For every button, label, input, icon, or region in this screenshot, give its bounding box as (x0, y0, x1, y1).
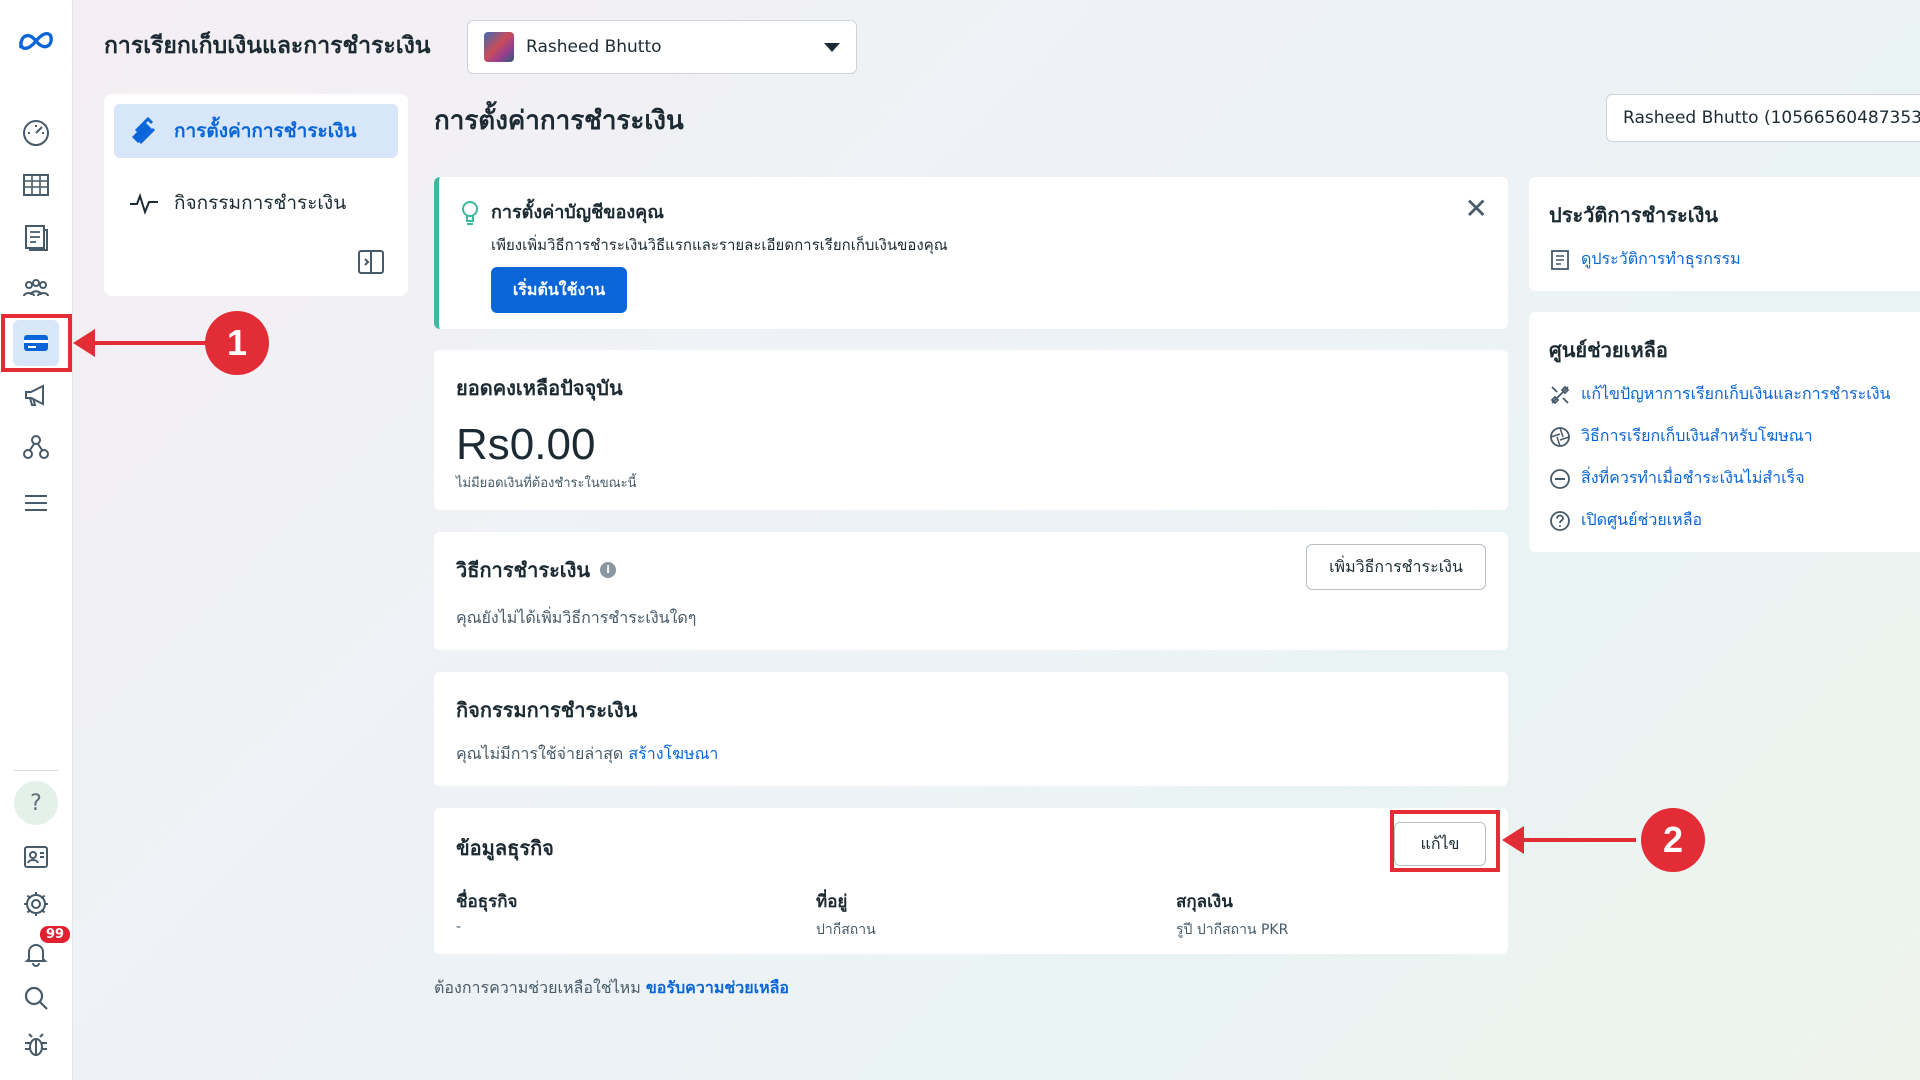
currency-value: รูปี ปากีสถาน PKR (1176, 922, 1289, 938)
sidenav-item-label: กิจกรรมการชำระเงิน (174, 192, 347, 214)
dashboard-icon[interactable] (13, 109, 59, 155)
main-title: การตั้งค่าการชำระเงิน (434, 106, 684, 136)
help-link-label: วิธีการเรียกเก็บเงินสำหรับโฆษณา (1581, 426, 1813, 445)
notification-badge: 99 (38, 924, 73, 945)
payment-methods-card: วิธีการชำระเงิน i คุณยังไม่ได้เพิ่มวิธีก… (434, 532, 1508, 650)
callout-2: 2 (1641, 808, 1705, 872)
contacts-icon[interactable] (13, 834, 59, 880)
help-link-label: สิ่งที่ควรทำเมื่อชำระเงินไม่สำเร็จ (1581, 468, 1805, 487)
setup-description: เพียงเพิ่มวิธีการชำระเงินวิธีแรกและรายละ… (491, 236, 948, 254)
help-link-open-center[interactable]: เปิดศูนย์ช่วยเหลือ (1549, 508, 1702, 533)
payment-methods-empty: คุณยังไม่ได้เพิ่มวิธีการชำระเงินใดๆ (456, 608, 697, 627)
chevron-down-icon (824, 42, 840, 52)
account-selector[interactable]: Rasheed Bhutto (467, 20, 857, 74)
add-payment-method-button[interactable]: เพิ่มวิธีการชำระเงิน (1306, 544, 1486, 590)
settings-icon[interactable] (13, 881, 59, 927)
balance-amount: Rs0.00 (456, 420, 596, 469)
balance-title: ยอดคงเหลือปัจจุบัน (456, 376, 623, 400)
notifications-icon[interactable]: 99 (13, 924, 73, 976)
arrow-line-2 (1520, 838, 1636, 842)
info-icon[interactable]: i (600, 562, 617, 578)
help-link-billing-ads[interactable]: วิธีการเรียกเก็บเงินสำหรับโฆษณา (1549, 424, 1813, 449)
address-value: ปากีสถาน (816, 922, 876, 938)
meta-logo-icon[interactable] (13, 18, 59, 64)
menu-icon[interactable] (13, 480, 59, 526)
activity-text: คุณไม่มีการใช้จ่ายล่าสุด (456, 744, 624, 763)
account-selector-label: Rasheed Bhutto (526, 37, 662, 57)
activity-title: กิจกรรมการชำระเงิน (456, 698, 638, 722)
sidenav-item-payment-activity[interactable]: กิจกรรมการชำระเงิน (114, 176, 398, 230)
help-link-payment-failed[interactable]: สิ่งที่ควรทำเมื่อชำระเงินไม่สำเร็จ (1549, 466, 1805, 491)
highlight-box-billing (1, 314, 72, 372)
rail-divider (14, 770, 58, 771)
help-center-card: ศูนย์ช่วยเหลือ แก้ไขปัญหาการเรียกเก็บเงิ… (1529, 312, 1920, 552)
pages-icon[interactable] (13, 214, 59, 260)
currency-col: สกุลเงิน รูปี ปากีสถาน PKR (1176, 888, 1288, 941)
search-icon[interactable] (13, 975, 59, 1021)
question-circle-icon (1550, 510, 1570, 531)
business-name-value: - (456, 919, 462, 935)
left-rail: ? 99 (0, 0, 73, 1080)
help-center-title: ศูนย์ช่วยเหลือ (1549, 338, 1668, 362)
table-icon[interactable] (13, 162, 59, 208)
page-heading: การเรียกเก็บเงินและการชำระเงิน (104, 33, 431, 59)
close-icon[interactable]: ✕ (1465, 195, 1488, 223)
ad-account-id[interactable]: Rasheed Bhutto (1056656048735391) (1606, 94, 1920, 142)
collapse-panel-icon[interactable] (358, 250, 384, 274)
address-label: ที่อยู่ (816, 892, 848, 912)
account-avatar (484, 32, 514, 62)
sidenav-item-label: การตั้งค่าการชำระเงิน (174, 120, 357, 142)
business-name-label: ชื่อธุรกิจ (456, 892, 518, 912)
view-transactions-link[interactable]: ดูประวัติการทำธุรกรรม (1549, 247, 1741, 272)
payment-history-card: ประวัติการชำระเงิน ดูประวัติการทำธุรกรรม (1529, 177, 1920, 291)
account-setup-card: การตั้งค่าบัญชีของคุณ เพียงเพิ่มวิธีการช… (434, 177, 1508, 329)
currency-label: สกุลเงิน (1176, 892, 1233, 912)
tools-icon (1550, 385, 1570, 404)
history-title: ประวัติการชำระเงิน (1549, 203, 1719, 227)
lightbulb-icon (462, 201, 478, 225)
connections-icon[interactable] (13, 424, 59, 470)
footer-help-text: ต้องการความช่วยเหลือใช่ไหม (434, 978, 641, 997)
payment-activity-card: กิจกรรมการชำระเงิน คุณไม่มีการใช้จ่ายล่า… (434, 672, 1508, 786)
debug-icon[interactable] (13, 1022, 59, 1068)
business-name-col: ชื่อธุรกิจ - (456, 888, 518, 935)
campaign-icon[interactable] (13, 372, 59, 418)
current-balance-card: ยอดคงเหลือปัจจุบัน Rs0.00 ไม่มียอดเงินที… (434, 350, 1508, 510)
aperture-icon (1550, 426, 1570, 447)
highlight-box-edit (1390, 810, 1500, 872)
help-link-label: เปิดศูนย์ช่วยเหลือ (1581, 510, 1703, 529)
balance-note: ไม่มียอดเงินที่ต้องชำระในขณะนี้ (456, 476, 637, 491)
help-link-troubleshoot[interactable]: แก้ไขปัญหาการเรียกเก็บเงินและการชำระเงิน (1549, 382, 1890, 407)
create-ad-link[interactable]: สร้างโฆษณา (628, 744, 718, 763)
receipt-icon (1551, 249, 1569, 270)
footer-help: ต้องการความช่วยเหลือใช่ไหม ขอรับความช่วย… (434, 976, 789, 1001)
payment-settings-icon (132, 116, 156, 145)
sidenav-item-payment-settings[interactable]: การตั้งค่าการชำระเงิน (114, 104, 398, 158)
help-icon[interactable]: ? (13, 780, 59, 826)
help-link-label: แก้ไขปัญหาการเรียกเก็บเงินและการชำระเงิน (1581, 384, 1891, 403)
business-info-card: ข้อมูลธุรกิจ แก้ไข ชื่อธุรกิจ - ที่อยู่ … (434, 808, 1508, 954)
audience-icon[interactable] (13, 266, 59, 312)
setup-title: การตั้งค่าบัญชีของคุณ (491, 202, 664, 223)
address-col: ที่อยู่ ปากีสถาน (816, 888, 876, 941)
activity-pulse-icon (130, 192, 158, 215)
get-help-link[interactable]: ขอรับความช่วยเหลือ (646, 978, 789, 997)
activity-line: คุณไม่มีการใช้จ่ายล่าสุด สร้างโฆษณา (456, 742, 718, 767)
settings-sidenav: การตั้งค่าการชำระเงิน กิจกรรมการชำระเงิน (104, 94, 408, 296)
get-started-button[interactable]: เริ่มต้นใช้งาน (491, 267, 627, 313)
minus-circle-icon (1550, 468, 1570, 489)
payment-methods-heading: วิธีการชำระเงิน i (456, 554, 617, 586)
callout-1: 1 (205, 311, 269, 375)
arrow-line-1 (90, 341, 208, 345)
payment-methods-title: วิธีการชำระเงิน (456, 558, 591, 582)
view-transactions-label: ดูประวัติการทำธุรกรรม (1581, 249, 1741, 268)
business-info-title: ข้อมูลธุรกิจ (456, 836, 554, 860)
